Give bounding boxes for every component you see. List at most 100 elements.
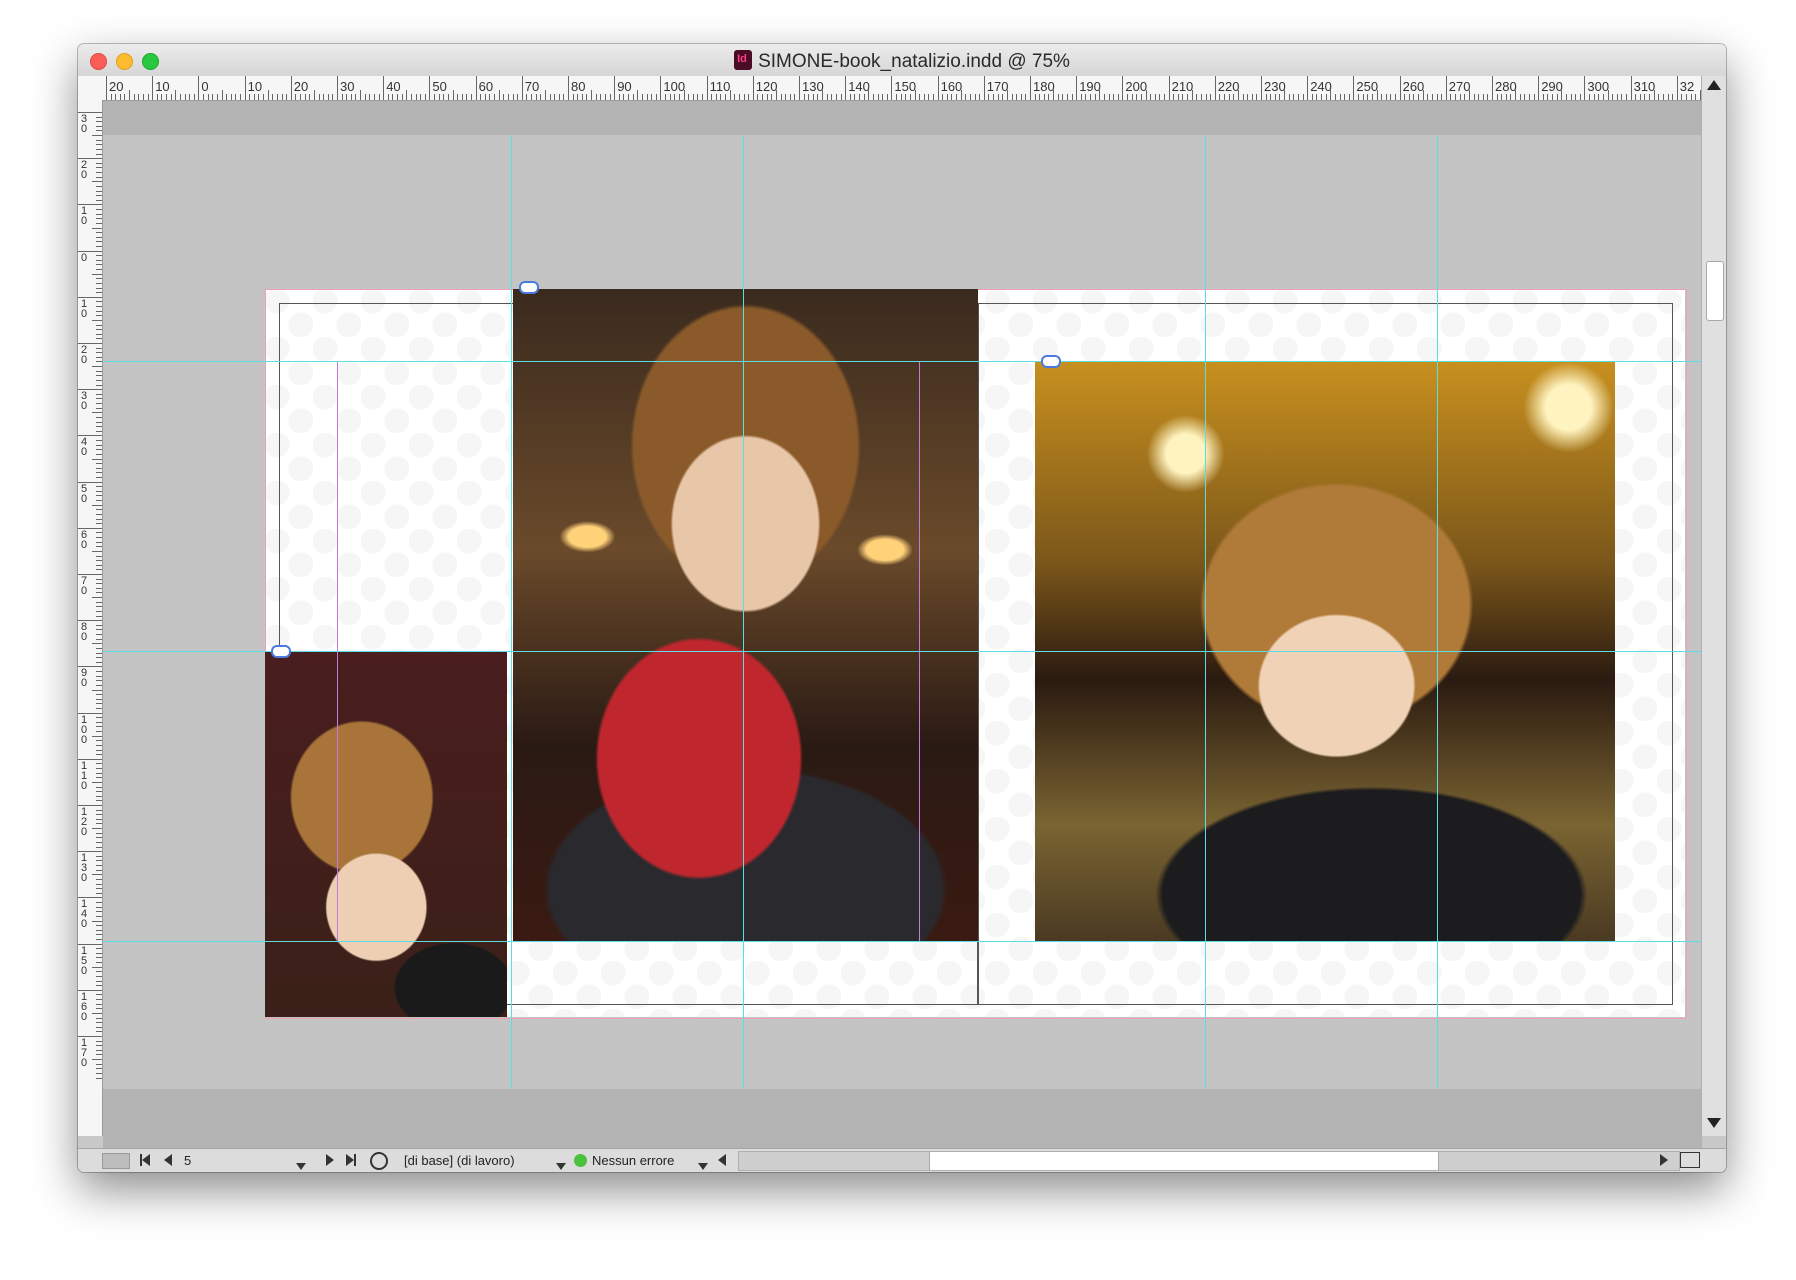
horizontal-scroll-thumb[interactable] (929, 1152, 1439, 1170)
last-page-icon[interactable] (346, 1154, 356, 1169)
ruler-minor-tick (96, 440, 102, 442)
ruler-minor-tick (563, 94, 565, 100)
ruler-minor-tick (96, 892, 102, 894)
ruler-minor-tick (397, 94, 399, 100)
vertical-scroll-thumb[interactable] (1706, 261, 1724, 321)
vertical-ruler[interactable]: 3 0 2 0 1 0 0 1 0 2 0 3 0 4 0 5 0 6 0 7 0 8 0 9 0 1 0… (78, 100, 103, 1136)
ruler-tick (1584, 76, 1586, 100)
ruler-minor-tick (327, 94, 329, 100)
link-icon[interactable] (1041, 355, 1061, 368)
previous-page-icon[interactable] (164, 1154, 172, 1169)
ruler-minor-tick (438, 94, 440, 100)
ruler-minor-tick (92, 781, 102, 783)
ruler-guide-vertical[interactable] (511, 101, 512, 1136)
ruler-minor-tick (92, 828, 102, 830)
ruler-minor-tick (313, 90, 315, 100)
ruler-minor-tick (1552, 94, 1554, 100)
ruler-minor-tick (1501, 94, 1503, 100)
ruler-guide-vertical[interactable] (1205, 101, 1206, 1136)
ruler-minor-tick (96, 546, 102, 548)
pasteboard[interactable] (103, 101, 1702, 1136)
ruler-minor-tick (387, 94, 389, 100)
preflight-status[interactable]: Nessun errore (574, 1153, 674, 1168)
preflight-menu-chevron-down-icon[interactable] (698, 1158, 708, 1172)
ruler-minor-tick (1288, 94, 1290, 100)
ruler-minor-tick (96, 315, 102, 317)
ruler-minor-tick (401, 94, 403, 100)
ruler-minor-tick (997, 94, 999, 100)
ruler-minor-tick (96, 587, 102, 589)
ruler-minor-tick (1080, 94, 1082, 100)
ruler-minor-tick (803, 94, 805, 100)
ruler-minor-tick (1251, 94, 1253, 100)
ruler-minor-tick (618, 94, 620, 100)
ruler-minor-tick (184, 94, 186, 100)
ruler-tick-label: 110 (709, 79, 731, 94)
page-menu-chevron-down-icon[interactable] (296, 1158, 306, 1172)
ruler-minor-tick (221, 90, 223, 100)
ruler-minor-tick (919, 94, 921, 100)
ruler-minor-tick (1612, 94, 1614, 100)
scroll-left-arrow-icon[interactable] (718, 1154, 726, 1169)
ruler-minor-tick (817, 94, 819, 100)
ruler-minor-tick (725, 94, 727, 100)
ruler-guide-vertical[interactable] (743, 101, 744, 1136)
ruler-minor-tick (96, 393, 102, 395)
ruler-minor-tick (96, 1026, 102, 1028)
master-menu-chevron-down-icon[interactable] (556, 1158, 566, 1172)
ruler-guide-horizontal[interactable] (103, 941, 1702, 942)
ruler-minor-tick (96, 934, 102, 936)
scroll-up-arrow-icon[interactable] (1707, 80, 1721, 90)
ruler-minor-tick (1325, 94, 1327, 100)
ruler-minor-tick (96, 661, 102, 663)
ruler-minor-tick (212, 94, 214, 100)
ruler-minor-tick (1265, 94, 1267, 100)
ruler-minor-tick (96, 624, 102, 626)
ruler-minor-tick (932, 94, 934, 100)
ruler-minor-tick (1473, 94, 1475, 100)
screen-mode-icon[interactable] (102, 1153, 130, 1169)
clock-icon[interactable] (370, 1152, 388, 1170)
ruler-minor-tick (96, 185, 102, 187)
ruler-minor-tick (96, 629, 102, 631)
ruler-tick-label: 1 0 (81, 205, 88, 228)
scroll-down-arrow-icon[interactable] (1707, 1118, 1721, 1128)
ruler-guide-horizontal[interactable] (103, 361, 1702, 362)
ruler-minor-tick (1131, 94, 1133, 100)
ruler-guide-vertical[interactable] (1437, 101, 1438, 1136)
ruler-minor-tick (96, 791, 102, 793)
horizontal-ruler[interactable]: 20 10 0 10 20 30 40 50 60 70 80 90 100 110 120 130 140 15… (78, 76, 1720, 101)
ruler-tick-label: 5 0 (81, 482, 88, 505)
photo-frame-theatre-portrait[interactable] (513, 289, 978, 941)
next-page-icon[interactable] (326, 1154, 334, 1169)
ruler-minor-tick (360, 90, 362, 100)
photo-frame-small-portrait[interactable] (265, 651, 507, 1017)
link-icon[interactable] (271, 645, 291, 658)
scroll-right-arrow-icon[interactable] (1660, 1154, 1668, 1169)
ruler-tick-label: 10 (155, 79, 170, 94)
ruler-tick-label: 210 (1171, 79, 1194, 94)
ruler-minor-tick (729, 90, 731, 100)
page-number-field[interactable]: 5 (184, 1153, 314, 1168)
ruler-minor-tick (96, 1017, 102, 1019)
ruler-tick-label: 250 (1356, 79, 1379, 94)
preflight-status-label: Nessun errore (592, 1153, 675, 1168)
link-icon[interactable] (519, 281, 539, 294)
ruler-minor-tick (1362, 94, 1364, 100)
preflight-ok-icon (574, 1154, 587, 1167)
vertical-scrollbar[interactable] (1701, 76, 1726, 1136)
ruler-minor-tick (1200, 94, 1202, 100)
first-page-icon[interactable] (140, 1154, 150, 1169)
ruler-minor-tick (1196, 94, 1198, 100)
ruler-minor-tick (831, 94, 833, 100)
ruler-minor-tick (147, 94, 149, 100)
ruler-tick-label: 240 (1310, 79, 1332, 94)
horizontal-scrollbar[interactable] (738, 1151, 1680, 1171)
ruler-minor-tick (96, 902, 102, 904)
ruler-minor-tick (1381, 94, 1383, 100)
split-view-icon[interactable] (1680, 1152, 1700, 1168)
ruler-minor-tick (92, 1059, 102, 1061)
ruler-guide-horizontal[interactable] (103, 651, 1702, 652)
ruler-minor-tick (355, 94, 357, 100)
ruler-minor-tick (92, 458, 102, 460)
